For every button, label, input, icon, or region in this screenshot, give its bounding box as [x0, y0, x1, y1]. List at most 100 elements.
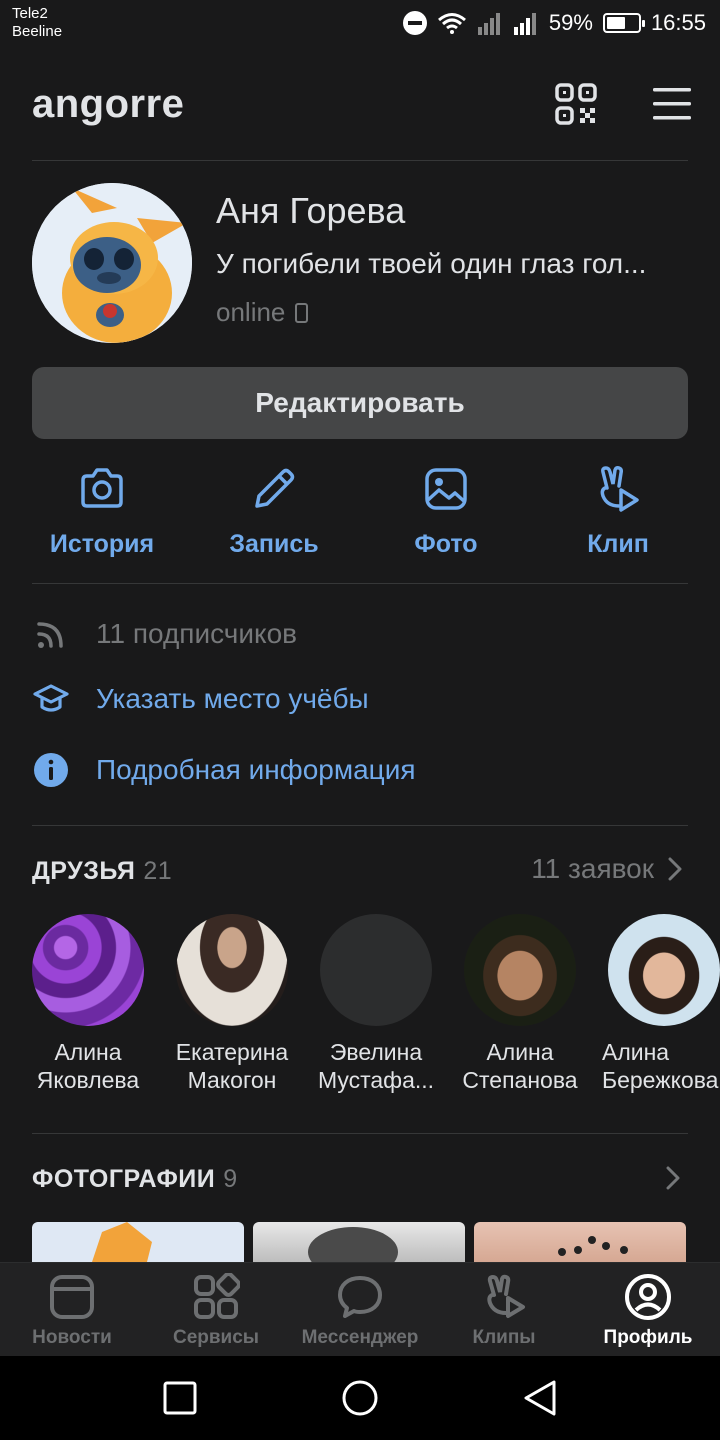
signal-1-icon [477, 13, 500, 35]
tab-profile-label: Профиль [603, 1327, 693, 1348]
chevron-right-icon [668, 857, 682, 881]
online-status: online [216, 297, 309, 328]
wifi-icon [437, 13, 466, 34]
tab-news-label: Новости [32, 1327, 112, 1348]
friends-section-title[interactable]: ДРУЗЬЯ 21 [32, 857, 172, 886]
tab-clips-label: Клипы [472, 1327, 536, 1348]
actions-divider [32, 583, 688, 584]
info-divider [32, 825, 688, 826]
education-row[interactable]: Указать место учёбы [32, 680, 369, 718]
menu-icon[interactable] [650, 86, 694, 122]
avatar[interactable] [32, 183, 192, 343]
action-post[interactable]: Запись [204, 462, 344, 562]
profile-status[interactable]: У погибели твоей один глаз гол... [216, 248, 686, 280]
tab-messenger-label: Мессенджер [301, 1327, 419, 1348]
friend-last-name: Макогон [187, 1067, 277, 1093]
carrier-2: Beeline [12, 23, 63, 40]
tab-profile[interactable]: Профиль [576, 1273, 720, 1349]
status-bar: Tele2 Beeline 59% 16:55 [0, 0, 720, 52]
friends-title: ДРУЗЬЯ [32, 857, 136, 885]
action-post-label: Запись [229, 530, 319, 558]
tab-messenger[interactable]: Мессенджер [288, 1273, 432, 1349]
tab-news[interactable]: Новости [0, 1273, 144, 1349]
services-icon [194, 1273, 240, 1319]
signal-2-icon [513, 13, 536, 35]
details-link: Подробная информация [96, 754, 416, 785]
carrier-names: Tele2 Beeline [12, 5, 62, 41]
home-icon[interactable] [340, 1378, 380, 1418]
photo-image [92, 1222, 152, 1262]
friends-count: 21 [143, 857, 173, 885]
action-clip[interactable]: Клип [548, 462, 688, 562]
followers-count: 11 подписчиков [96, 618, 298, 649]
friend-item[interactable]: Екатерина Макогон [162, 914, 302, 1094]
friend-avatar [32, 914, 144, 1026]
tab-clips[interactable]: Клипы [432, 1273, 576, 1349]
action-story[interactable]: История [32, 462, 172, 562]
friend-last-name: Яковлева [36, 1067, 140, 1093]
messenger-icon [338, 1276, 382, 1318]
friend-last-name: Бережкова [602, 1067, 719, 1093]
friends-divider [32, 1133, 688, 1134]
action-clip-label: Клип [587, 530, 649, 558]
friend-first-name: Екатерина [175, 1039, 289, 1065]
friend-avatar [608, 914, 720, 1026]
friend-item[interactable]: Алина Бережкова [594, 914, 720, 1094]
qr-code-icon[interactable] [554, 82, 598, 126]
friend-first-name: Алина [486, 1039, 554, 1065]
photos-title: ФОТОГРАФИИ [32, 1165, 216, 1193]
education-link: Указать место учёбы [96, 683, 369, 714]
edit-profile-button[interactable]: Редактировать [32, 367, 688, 439]
friend-first-name: Алина [602, 1039, 670, 1065]
battery-percent: 59% [548, 10, 593, 35]
tab-services[interactable]: Сервисы [144, 1273, 288, 1349]
rss-icon [37, 622, 63, 648]
battery-icon [602, 13, 645, 33]
chevron-right-icon[interactable] [666, 1166, 680, 1190]
avatar-image [32, 183, 192, 343]
clip-icon [600, 466, 639, 512]
action-photo-label: Фото [414, 530, 478, 558]
friend-item[interactable]: Алина Степанова [450, 914, 590, 1094]
friend-last-name: Мустафа... [317, 1067, 435, 1093]
photo-thumbnail[interactable] [253, 1222, 465, 1262]
clock: 16:55 [650, 10, 706, 35]
friend-first-name: Эвелина [329, 1039, 423, 1065]
carrier-1: Tele2 [12, 5, 48, 22]
mobile-phone-icon [295, 302, 309, 323]
action-photo[interactable]: Фото [376, 462, 516, 562]
photo-image [308, 1227, 398, 1262]
recent-apps-icon[interactable] [160, 1378, 200, 1418]
friend-avatar [320, 914, 432, 1026]
status-icons: 59% 16:55 [402, 10, 706, 36]
followers-row[interactable]: 11 подписчиков [32, 615, 297, 653]
profile-name: Аня Горева [216, 190, 406, 231]
friend-last-name: Степанова [462, 1067, 578, 1093]
clips-icon [487, 1274, 525, 1318]
system-navigation-bar [0, 1356, 720, 1440]
do-not-disturb-icon [402, 11, 427, 35]
news-icon [50, 1275, 94, 1319]
photos-count: 9 [223, 1165, 238, 1193]
bottom-tab-bar: Новости Сервисы Мессенджер Клипы Профиль [0, 1262, 720, 1356]
photo-thumbnail[interactable] [474, 1222, 686, 1262]
tab-services-label: Сервисы [172, 1327, 260, 1348]
profile-icon [625, 1274, 671, 1320]
photo-thumbnail[interactable] [32, 1222, 244, 1262]
header-divider [32, 160, 688, 161]
camera-icon [81, 468, 123, 508]
pencil-icon [255, 468, 295, 508]
page-title: angorre [32, 82, 185, 126]
back-icon[interactable] [520, 1378, 560, 1418]
friend-item[interactable]: Алина Яковлева [18, 914, 158, 1094]
battery-fill [606, 17, 625, 29]
friend-item[interactable]: Эвелина Мустафа... [306, 914, 446, 1094]
photos-section-title[interactable]: ФОТОГРАФИИ 9 [32, 1165, 238, 1194]
friend-first-name: Алина [54, 1039, 122, 1065]
details-row[interactable]: Подробная информация [32, 751, 416, 789]
graduation-cap-icon [33, 684, 69, 712]
friend-requests-link[interactable]: 11 заявок [531, 853, 682, 885]
online-label: online [216, 297, 286, 327]
info-icon [34, 753, 68, 787]
friend-avatar [464, 914, 576, 1026]
